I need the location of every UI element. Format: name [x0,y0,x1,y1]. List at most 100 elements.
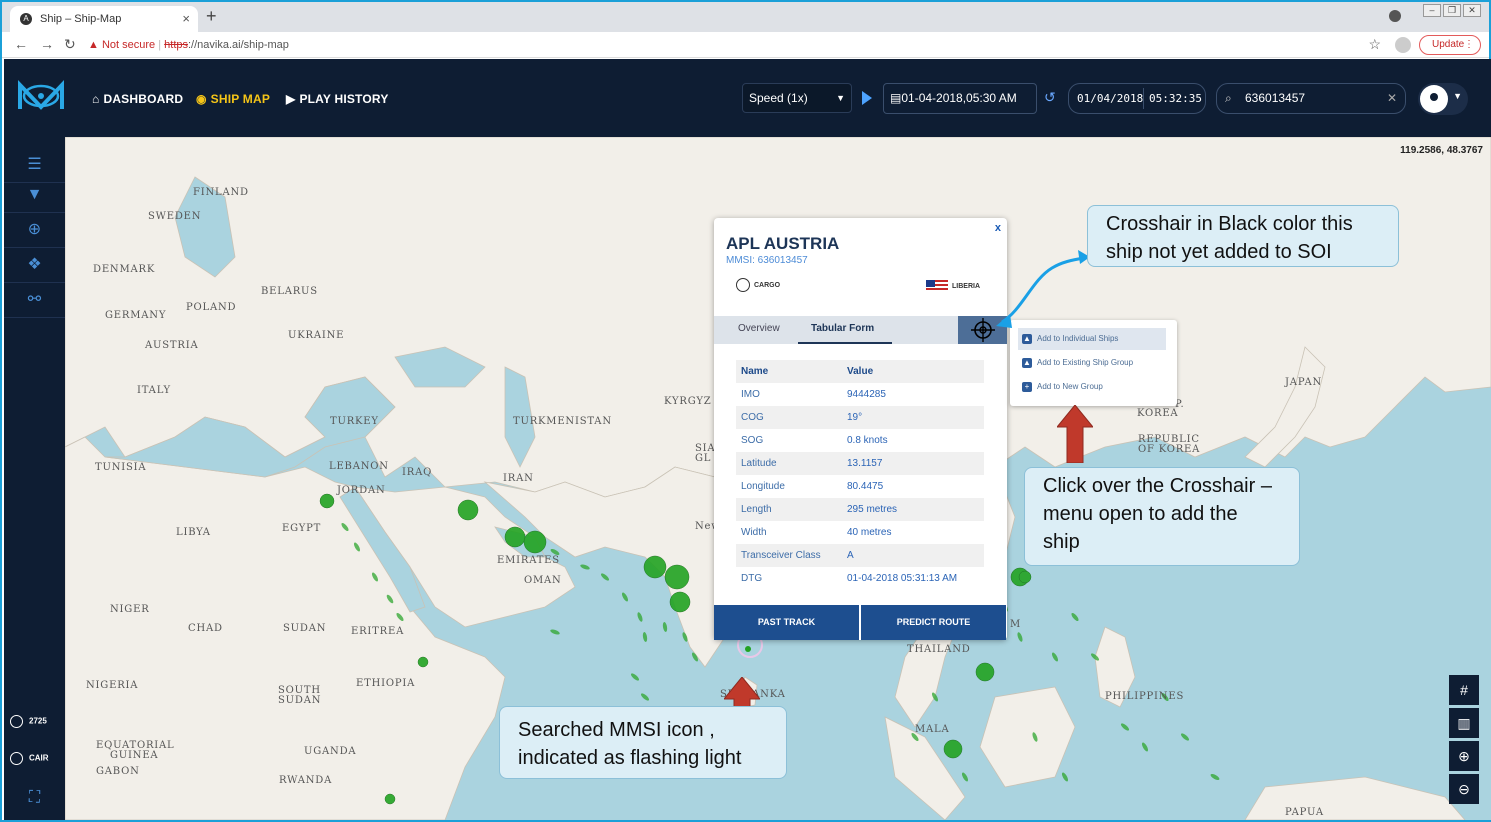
fullscreen-icon[interactable]: ⛶ [4,780,65,816]
callout-line: ship not yet added to SOI [1106,241,1332,263]
callout-line: indicated as flashing light [518,747,742,769]
callout-line: Crosshair in Black color this [1106,213,1353,235]
callout-connector-arrow [996,250,1090,328]
callout-line: ship [1043,531,1080,553]
row-key: Transceiver Class [741,550,821,561]
map-layers-icon[interactable]: ▥ [1449,708,1479,738]
minimize-icon[interactable]: – [1423,4,1441,17]
tab-strip: A Ship – Ship-Map × + – ❐ ✕ [2,2,1489,32]
map-controls: # ▥ ⊕ ⊖ [1449,675,1479,807]
tab-tabular-form[interactable]: Tabular Form [798,323,892,344]
map-label: ITALY [137,385,171,396]
callout-crosshair-info: Crosshair in Black color this ship not y… [1087,205,1399,267]
map-label: EMIRATES [497,555,560,566]
play-button[interactable] [862,91,872,105]
menu-add-individual[interactable]: ▲ Add to Individual Ships [1018,328,1166,350]
table-header-row: Name Value [736,360,984,383]
ship-name: APL AUSTRIA [726,234,840,253]
row-key: DTG [741,573,763,584]
table-row: SOG 0.8 knots [736,429,984,452]
update-button[interactable]: Update ⋮ [1419,35,1481,55]
callout-line: Searched MMSI icon , [518,719,715,741]
tab-title: Ship – Ship-Map [40,13,122,25]
clock-date: 01/04/2018 [1077,92,1144,105]
zoom-out-icon[interactable]: ⊖ [1449,774,1479,804]
row-value: 0.8 knots [847,435,888,446]
row-key: Longitude [741,481,785,492]
radar-icon [10,715,23,728]
network-icon[interactable]: ⚯ [4,282,65,318]
nav-play-history-label: PLAY HISTORY [299,92,389,106]
menu-add-new-group[interactable]: + Add to New Group [1018,376,1166,398]
mmsi-search-input[interactable]: ⌕ 636013457 ✕ [1216,83,1406,114]
grid-icon[interactable]: # [1449,675,1479,705]
crosshair-icon[interactable]: ⊕ [4,212,65,248]
reload-icon[interactable]: ↻ [64,36,76,53]
map-label: SWEDEN [148,211,202,222]
copyright-icon [10,752,23,765]
url-field[interactable]: ▲ Not secure | https://navika.ai/ship-ma… [88,35,1388,55]
row-value: 40 metres [847,527,892,538]
zoom-in-icon[interactable]: ⊕ [1449,741,1479,771]
map-label: BELARUS [261,286,318,297]
map-label: KOREA [1137,408,1179,419]
forward-icon[interactable]: → [40,36,54,52]
map-label: NIGER [110,604,150,615]
map-label: CHAD [188,623,223,634]
speed-select[interactable]: Speed (1x) ▼ [742,83,852,113]
table-row: DTG 01-04-2018 05:31:13 AM [736,567,984,590]
row-key: COG [741,412,764,423]
datetime-value: 01-04-2018,05:30 AM [901,91,1017,105]
map-label: ERITREA [351,626,405,637]
popup-close-button[interactable]: x [995,222,1001,234]
group-icon: ▲ [1022,358,1032,368]
map-label: NIGERIA [86,680,139,691]
user-menu-button[interactable]: ▼ [1418,83,1468,115]
tab-close-icon[interactable]: × [182,6,190,32]
close-window-icon[interactable]: ✕ [1463,4,1481,17]
chevron-down-icon: ▼ [1453,91,1462,101]
browser-tab[interactable]: A Ship – Ship-Map × [10,6,198,32]
row-value: 80.4475 [847,481,884,492]
new-tab-button[interactable]: + [206,6,217,27]
map-label: RWANDA [279,775,333,786]
kebab-menu-icon: ⋮ [1464,39,1474,50]
tab-search-icon[interactable] [1389,10,1401,22]
clear-search-icon[interactable]: ✕ [1387,84,1397,113]
navika-logo [18,80,64,110]
column-header-value: Value [847,366,874,377]
menu-add-existing-group[interactable]: ▲ Add to Existing Ship Group [1018,352,1166,374]
past-track-button[interactable]: PAST TRACK [714,605,859,640]
ship-type-label: CARGO [754,281,781,289]
datetime-picker[interactable]: ▤01-04-2018,05:30 AM [883,83,1037,114]
table-row: COG 19° [736,406,984,429]
row-value: 19° [847,412,863,423]
filter-icon[interactable]: ▼ [4,177,65,213]
table-row: Latitude 13.1157 [736,452,984,475]
map-label: GL [695,453,712,464]
calendar-icon: ▤ [890,91,902,105]
browser-frame: A Ship – Ship-Map × + – ❐ ✕ ← → ↻ ▲ Not … [0,0,1491,822]
ship-flag-label: LIBERIA [952,282,980,290]
bookmark-star-icon[interactable]: ☆ [1368,36,1381,53]
back-icon[interactable]: ← [14,36,28,52]
map-label: OMAN [524,575,562,586]
predict-route-button[interactable]: PREDICT ROUTE [861,605,1006,640]
clock-time: 05:32:35 [1149,92,1202,105]
nav-play-history[interactable]: ▶ PLAY HISTORY [286,92,389,106]
profile-icon[interactable] [1395,37,1411,53]
layers-icon[interactable]: ❖ [4,247,65,283]
nav-dashboard[interactable]: ⌂ DASHBOARD [92,92,183,106]
table-row: Length 295 metres [736,498,984,521]
tab-overview[interactable]: Overview [738,323,780,334]
app-header: ⌂ DASHBOARD ◉ SHIP MAP ▶ PLAY HISTORY Speed… [4,59,1491,137]
map-label: MALA [915,724,950,735]
map-label: POLAND [186,302,237,313]
map-label: EGYPT [282,523,322,534]
ship-details-table: Name Value IMO 9444285 COG 19° SOG 0.8 knot… [736,360,984,590]
restore-icon[interactable]: ❐ [1443,4,1461,17]
nav-ship-map[interactable]: ◉ SHIP MAP [196,92,270,106]
callout-searched-mmsi: Searched MMSI icon , indicated as flashi… [499,706,787,779]
reset-icon[interactable]: ↺ [1044,89,1056,106]
home-icon: ⌂ [92,92,100,106]
